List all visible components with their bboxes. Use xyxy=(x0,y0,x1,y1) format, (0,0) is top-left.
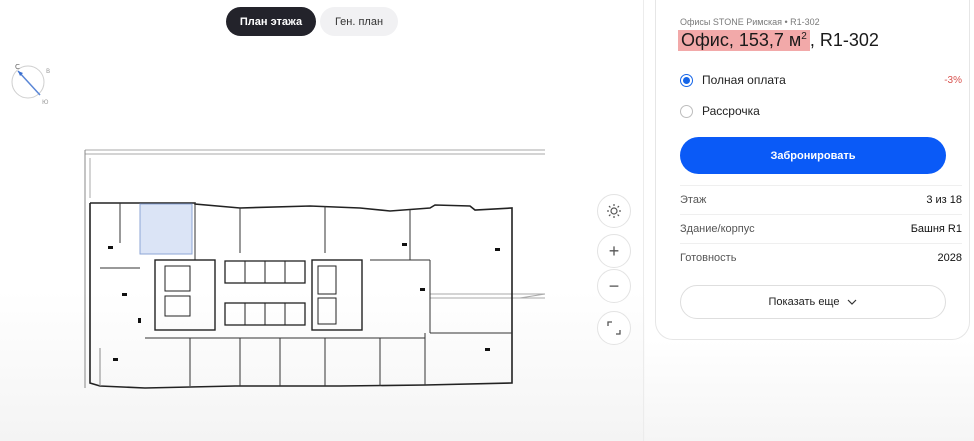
sun-toggle-button[interactable] xyxy=(597,194,631,228)
plan-tabs: План этажа Ген. план xyxy=(226,7,398,36)
book-button[interactable]: Забронировать xyxy=(680,137,946,174)
property-label: Этаж xyxy=(680,194,707,206)
floor-plan-drawing xyxy=(84,149,546,389)
right-bottom-background xyxy=(645,340,974,441)
property-row-floor: Этаж 3 из 18 xyxy=(680,194,962,206)
show-more-label: Показать еще xyxy=(768,296,840,308)
minus-icon: − xyxy=(608,275,620,296)
property-value: 2028 xyxy=(937,252,962,264)
property-value: Башня R1 xyxy=(910,223,962,235)
discount-badge: -3% xyxy=(944,74,962,86)
title-unit-sup: 2 xyxy=(801,31,807,42)
expand-icon xyxy=(607,321,621,335)
panel-divider xyxy=(643,0,644,441)
property-label: Готовность xyxy=(680,252,737,264)
page-title: Офис, 153,7 м2 , R1-302 xyxy=(678,30,879,51)
property-value: 3 из 18 xyxy=(926,194,962,206)
radio-unselected-icon[interactable] xyxy=(680,104,693,118)
property-row-readiness: Готовность 2028 xyxy=(680,252,962,264)
zoom-out-button[interactable]: − xyxy=(597,269,631,303)
zoom-in-button[interactable]: + xyxy=(597,234,631,268)
property-label: Здание/корпус xyxy=(680,223,755,235)
divider xyxy=(680,185,962,186)
sun-icon xyxy=(607,204,621,218)
title-highlight: Офис, 153,7 м2 xyxy=(678,30,810,51)
divider xyxy=(680,243,962,244)
title-area: Офис, 153,7 м xyxy=(681,30,802,50)
payment-option-full[interactable]: Полная оплата -3% xyxy=(680,73,962,87)
show-more-button[interactable]: Показать еще xyxy=(680,285,946,319)
plus-icon: + xyxy=(608,240,620,261)
radio-selected-icon[interactable] xyxy=(680,73,693,87)
compass-east-label: В xyxy=(46,68,50,75)
compass-south-label: Ю xyxy=(42,99,49,106)
property-row-building: Здание/корпус Башня R1 xyxy=(680,223,962,235)
payment-option-installment[interactable]: Рассрочка xyxy=(680,104,962,118)
tab-site-plan[interactable]: Ген. план xyxy=(320,7,398,36)
tab-floor-plan[interactable]: План этажа xyxy=(226,7,316,36)
compass-north-label: С xyxy=(15,63,20,71)
chevron-down-icon xyxy=(848,299,857,305)
selected-unit[interactable] xyxy=(139,203,193,255)
breadcrumb: Офисы STONE Римская • R1-302 xyxy=(680,17,820,27)
payment-option-label: Рассрочка xyxy=(702,104,760,118)
title-unit-code: , R1-302 xyxy=(809,30,879,50)
unit-info-card: Офисы STONE Римская • R1-302 Офис, 153,7… xyxy=(655,0,970,340)
divider xyxy=(680,214,962,215)
floor-plan-panel: План этажа Ген. план С Ю В + − xyxy=(0,0,645,441)
payment-option-label: Полная оплата xyxy=(702,73,786,87)
compass-icon: С Ю В xyxy=(6,57,56,107)
fullscreen-button[interactable] xyxy=(597,311,631,345)
